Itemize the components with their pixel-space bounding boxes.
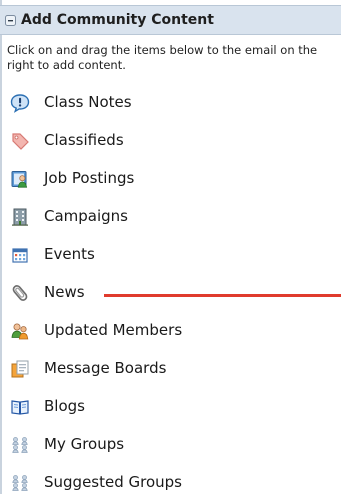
item-suggested-groups[interactable]: Suggested Groups bbox=[0, 463, 341, 494]
blogs-book-icon bbox=[10, 397, 30, 417]
item-class-notes[interactable]: Class Notes bbox=[0, 83, 341, 121]
item-label: News bbox=[44, 283, 85, 301]
panel-instructions: Click on and drag the items below to the… bbox=[7, 43, 318, 72]
red-annotation-line bbox=[104, 294, 341, 297]
content-items-list: Class Notes Classifieds Job Postings Cam… bbox=[0, 83, 341, 494]
item-label: My Groups bbox=[44, 435, 125, 453]
events-calendar-icon bbox=[10, 245, 30, 265]
class-notes-icon bbox=[10, 93, 30, 113]
job-postings-icon bbox=[10, 169, 30, 189]
campaigns-building-icon bbox=[10, 207, 30, 227]
item-label: Blogs bbox=[44, 397, 85, 415]
item-classifieds[interactable]: Classifieds bbox=[0, 121, 341, 159]
updated-members-icon bbox=[10, 321, 30, 341]
news-paperclip-icon bbox=[10, 283, 30, 303]
item-news[interactable]: News bbox=[0, 273, 341, 311]
item-job-postings[interactable]: Job Postings bbox=[0, 159, 341, 197]
item-blogs[interactable]: Blogs bbox=[0, 387, 341, 425]
item-my-groups[interactable]: My Groups bbox=[0, 425, 341, 463]
item-label: Suggested Groups bbox=[44, 473, 182, 491]
community-content-panel: Add Community Content Click on and drag … bbox=[0, 0, 341, 494]
item-label: Updated Members bbox=[44, 321, 183, 339]
item-label: Classifieds bbox=[44, 131, 124, 149]
item-label: Events bbox=[44, 245, 95, 263]
item-message-boards[interactable]: Message Boards bbox=[0, 349, 341, 387]
my-groups-icon bbox=[10, 435, 30, 455]
item-updated-members[interactable]: Updated Members bbox=[0, 311, 341, 349]
panel-header: Add Community Content bbox=[0, 5, 341, 35]
suggested-groups-icon bbox=[10, 473, 30, 493]
item-label: Job Postings bbox=[44, 169, 135, 187]
item-events[interactable]: Events bbox=[0, 235, 341, 273]
collapse-icon[interactable] bbox=[5, 14, 16, 26]
message-boards-icon bbox=[10, 359, 30, 379]
item-label: Class Notes bbox=[44, 93, 132, 111]
item-label: Message Boards bbox=[44, 359, 167, 377]
item-label: Campaigns bbox=[44, 207, 129, 225]
classifieds-tag-icon bbox=[10, 131, 30, 151]
panel-title: Add Community Content bbox=[21, 12, 214, 28]
item-campaigns[interactable]: Campaigns bbox=[0, 197, 341, 235]
